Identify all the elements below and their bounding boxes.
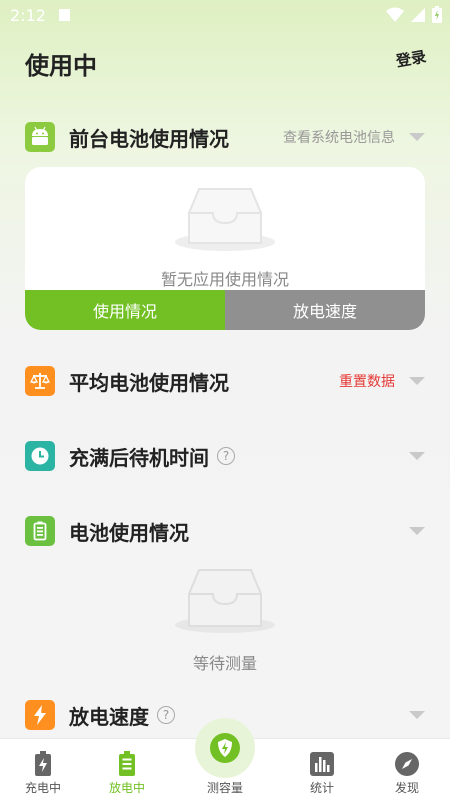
clock-icon <box>25 441 55 471</box>
compass-icon <box>395 752 419 776</box>
battery-usage-section-header[interactable]: 电池使用情况 <box>25 515 425 547</box>
nav-item-discharging[interactable]: 放电中 <box>82 739 172 801</box>
nav-label-measure-capacity: 测容量 <box>206 781 243 795</box>
page-title: 使用中 <box>25 52 97 80</box>
notification-icon <box>59 9 70 21</box>
chevron-down-icon[interactable] <box>409 452 425 460</box>
nav-label: 统计 <box>309 781 334 795</box>
shield-bolt-icon <box>210 733 240 763</box>
empty-tray-icon <box>175 188 275 251</box>
status-bar: 2:12 <box>0 0 450 32</box>
nav-item-statistics[interactable]: 统计 <box>277 739 367 801</box>
help-icon[interactable]: ? <box>217 447 235 465</box>
nav-label: 放电中 <box>108 781 145 795</box>
android-icon <box>25 122 55 152</box>
foreground-usage-card: 暂无应用使用情况 使用情况 放电速度 <box>25 167 425 330</box>
section-title: 平均电池使用情况 <box>69 370 229 395</box>
tab-usage[interactable]: 使用情况 <box>25 290 225 330</box>
foreground-battery-section-header[interactable]: 前台电池使用情况 查看系统电池信息 <box>25 121 425 153</box>
lightning-icon <box>25 700 55 730</box>
section-title: 电池使用情况 <box>69 520 189 545</box>
bar-chart-icon <box>310 752 334 776</box>
empty-tray-icon <box>175 569 275 633</box>
empty-state-text: 暂无应用使用情况 <box>160 270 289 289</box>
chevron-down-icon[interactable] <box>409 377 425 385</box>
view-system-battery-link[interactable]: 查看系统电池信息 <box>283 127 395 147</box>
chevron-down-icon[interactable] <box>409 133 425 141</box>
battery-status-icon <box>432 6 442 23</box>
nav-item-measure-capacity[interactable] <box>195 718 255 778</box>
battery-icon <box>25 516 55 546</box>
nav-item-discover[interactable]: 发现 <box>362 739 450 801</box>
chevron-down-icon[interactable] <box>409 527 425 535</box>
average-battery-section-header[interactable]: 平均电池使用情况 重置数据 <box>25 365 425 397</box>
help-icon[interactable]: ? <box>157 706 175 724</box>
section-title: 放电速度 <box>69 704 149 729</box>
scale-icon <box>25 366 55 396</box>
nav-label: 充电中 <box>24 781 61 795</box>
nav-label: 发现 <box>394 781 419 795</box>
waiting-measure-text: 等待测量 <box>192 654 257 673</box>
wifi-icon <box>386 7 404 22</box>
battery-discharging-icon <box>119 751 135 776</box>
status-icons <box>386 6 442 23</box>
usage-tabs: 使用情况 放电速度 <box>25 290 425 330</box>
tab-discharge-speed[interactable]: 放电速度 <box>225 290 425 330</box>
nav-item-charging[interactable]: 充电中 <box>0 739 88 801</box>
section-title: 前台电池使用情况 <box>69 126 229 151</box>
standby-time-section-header[interactable]: 充满后待机时间 ? <box>25 440 425 472</box>
chevron-down-icon[interactable] <box>409 711 425 719</box>
login-button[interactable]: 登录 <box>394 46 428 72</box>
battery-charging-icon <box>35 751 51 776</box>
reset-data-button[interactable]: 重置数据 <box>339 371 395 391</box>
section-title: 充满后待机时间 <box>69 445 209 470</box>
status-time: 2:12 <box>10 6 46 25</box>
signal-icon <box>411 7 425 22</box>
